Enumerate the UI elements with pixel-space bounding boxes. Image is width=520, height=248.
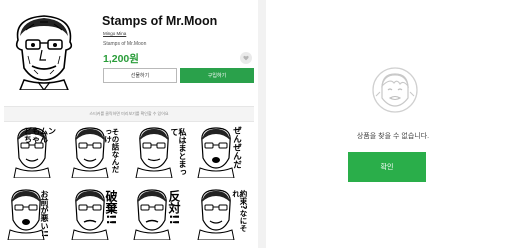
buy-button[interactable]: 구입하기 [180, 68, 254, 83]
sticker-item[interactable]: どもムンちゃん [4, 124, 62, 179]
sticker-text: 破棄!! [104, 190, 118, 225]
sticker-text: その話なんだっけ [103, 128, 121, 173]
sticker-face [133, 189, 171, 241]
gift-button[interactable]: 선물하기 [103, 68, 177, 83]
sticker-text: お前が悪い!! [40, 190, 49, 238]
sticker-item[interactable]: 反対!! [132, 186, 190, 241]
main-sticker-image [15, 15, 73, 90]
not-found-panel: 상품을 찾을 수 없습니다. 확인 [266, 0, 520, 248]
sticker-item[interactable]: 破棄!! [68, 186, 126, 241]
author-link[interactable]: Mingo Mina [103, 31, 126, 36]
sticker-item[interactable]: ぜんぜんだ [196, 124, 254, 179]
sticker-item[interactable]: お前が悪い!! [4, 186, 62, 241]
product-title: Stamps of Mr.Moon [102, 14, 218, 28]
sticker-text: 私はまとまって [170, 128, 187, 176]
sad-character-icon [372, 67, 418, 113]
not-found-message: 상품을 찾을 수 없습니다. [356, 133, 430, 140]
sticker-text: どもムンちゃん [24, 127, 56, 145]
product-price: 1,200원 [103, 53, 139, 65]
product-subtitle: Stamps of Mr.Moon [103, 41, 147, 47]
sticker-item[interactable]: 私はまとまって [132, 124, 190, 179]
heart-icon [243, 55, 249, 61]
sticker-text: 約束?なにそれ [231, 190, 249, 232]
confirm-button[interactable]: 확인 [348, 152, 426, 182]
product-panel: Stamps of Mr.Moon Mingo Mina Stamps of M… [0, 0, 258, 248]
favorite-button[interactable] [240, 52, 252, 64]
panel-divider [258, 0, 266, 248]
sticker-item[interactable]: その話なんだっけ [68, 124, 126, 179]
sticker-face [197, 127, 235, 179]
sticker-face [7, 189, 45, 241]
sticker-grid: どもムンちゃん その話なんだっけ 私はまとまって ぜんぜんだ お前が悪い!! 破… [4, 124, 256, 244]
sticker-text: 反対!! [167, 190, 181, 225]
sticker-text: ぜんぜんだ [231, 126, 242, 169]
preview-notice: 스티커를 클릭하면 미리보기를 확인할 수 있어요 [4, 106, 254, 122]
sticker-item[interactable]: 約束?なにそれ [196, 186, 254, 241]
